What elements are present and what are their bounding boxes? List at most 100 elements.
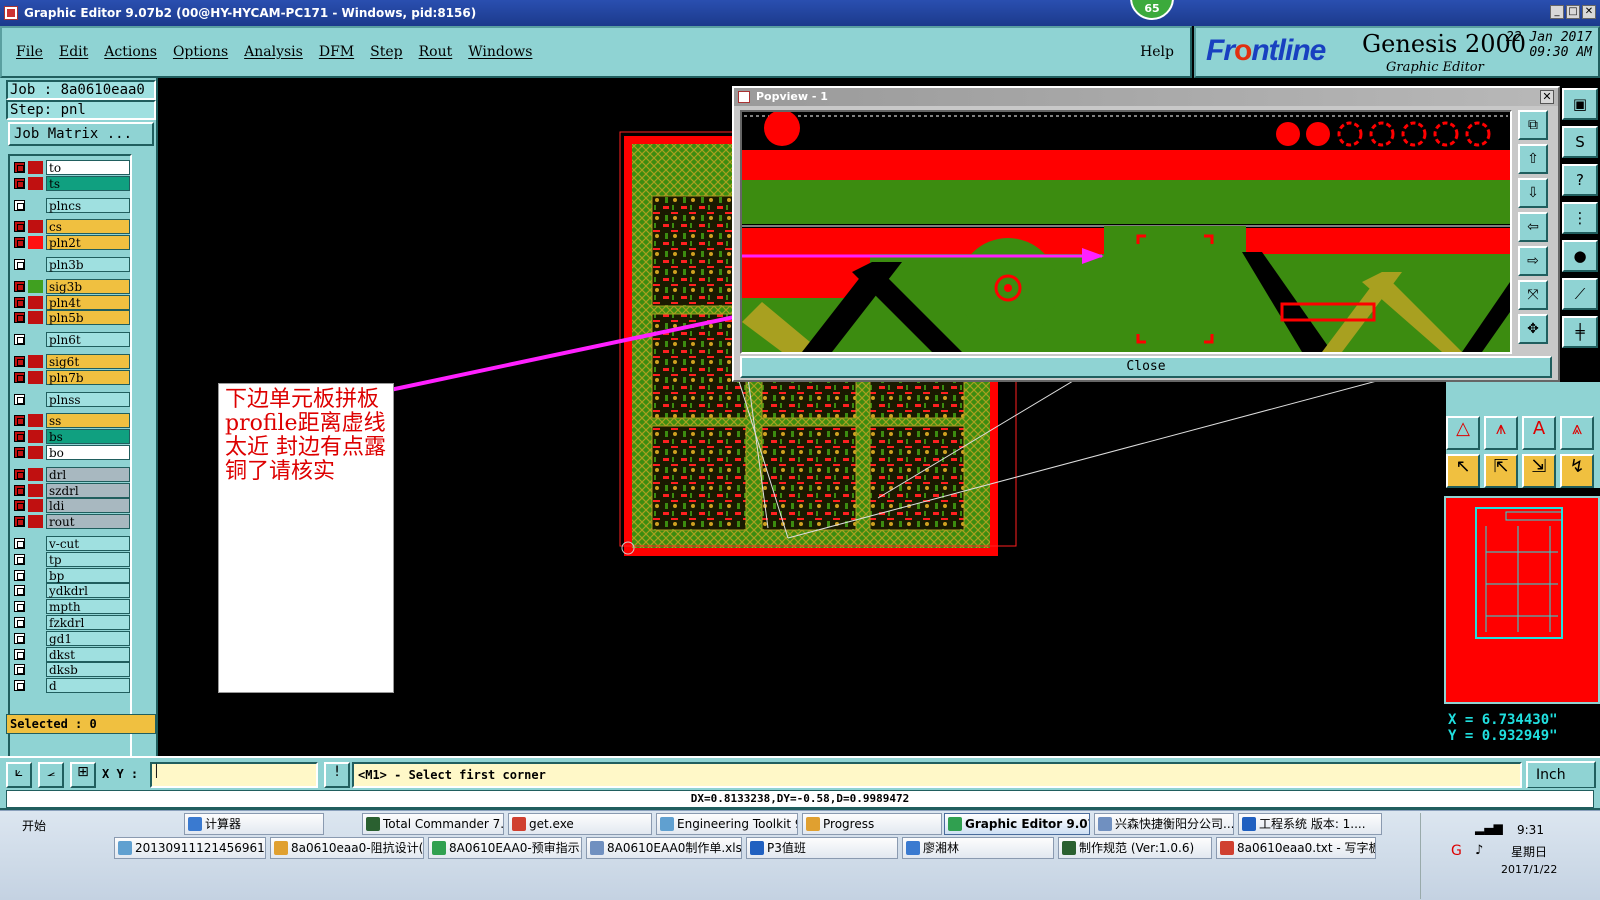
layer-name[interactable]: sig6t [46,354,130,369]
layer-checkbox[interactable] [14,516,25,528]
layer-checkbox[interactable] [14,356,25,367]
taskbar-button[interactable]: Graphic Editor 9.07... [944,813,1090,835]
layer-checkbox[interactable] [14,585,25,597]
layer-name[interactable]: fzkdrl [46,615,130,630]
layer-checkbox[interactable] [14,680,25,692]
select-net-icon[interactable]: ↯ [1560,454,1594,488]
start-button[interactable]: 开始 [2,815,58,837]
volume-icon[interactable]: ♪ [1475,843,1483,858]
layer-checkbox[interactable] [14,617,25,628]
layer-checkbox[interactable] [14,199,25,211]
taskbar-button[interactable]: 8a0610eaa0.txt - 写字板 [1216,837,1376,859]
layer-row[interactable]: sig6t [12,354,130,369]
taskbar-button[interactable]: 廖湘林 [902,837,1054,859]
tool-pad-icon[interactable]: ● [1562,240,1598,272]
layer-row[interactable]: pln3b [12,257,130,272]
taskbar-button[interactable]: 8A0610EAA0-预审指示.... [428,837,582,859]
layer-name[interactable]: tp [46,551,130,567]
layer-color-swatch[interactable] [28,295,43,309]
job-matrix-button[interactable]: Job Matrix ... [8,122,154,146]
popview-close-icon[interactable]: ✕ [1540,90,1554,104]
layer-checkbox[interactable] [14,371,25,383]
layer-color-swatch[interactable] [28,199,43,212]
layer-color-swatch[interactable] [28,393,43,406]
zoom-center-icon[interactable]: ✥ [1518,314,1548,344]
layer-color-swatch[interactable] [28,616,43,629]
menu-rout[interactable]: Rout [419,44,453,60]
zoom-fit-icon[interactable]: ⤧ [1518,280,1548,310]
popview-close-button[interactable]: Close [740,356,1552,378]
layer-row[interactable]: mpth [12,599,130,615]
layer-row[interactable]: bs [12,429,130,445]
layer-name[interactable]: gd1 [46,630,130,646]
menu-dfm[interactable]: DFM [319,44,354,60]
tool-snap-icon[interactable]: S [1562,126,1598,158]
layer-color-swatch[interactable] [28,600,43,613]
layer-color-swatch[interactable] [28,499,43,513]
tool-fanout-icon[interactable]: ╪ [1562,316,1598,348]
layer-checkbox[interactable] [14,280,25,292]
menu-options[interactable]: Options [173,44,228,60]
help-icon[interactable]: ? [1562,164,1598,196]
layer-color-swatch[interactable] [28,370,43,384]
layer-checkbox[interactable] [14,468,25,480]
layer-color-swatch[interactable] [28,663,43,676]
layer-checkbox[interactable] [14,312,25,324]
taskbar-button[interactable]: Engineering Toolkit 9.... [656,813,798,835]
layer-name[interactable]: bs [46,429,130,445]
layer-color-swatch[interactable] [28,355,43,368]
maximize-button[interactable]: □ [1566,5,1580,19]
layer-name[interactable]: rout [46,514,130,530]
taskbar-button[interactable]: P3值班 [746,837,898,859]
layer-row[interactable]: ss [12,413,130,429]
taskbar-button[interactable]: 计算器 [184,813,324,835]
layer-checkbox[interactable] [14,484,25,496]
layer-checkbox[interactable] [14,632,25,644]
layer-checkbox[interactable] [14,259,25,270]
tool-window-icon[interactable]: ▣ [1562,88,1598,120]
snap-mode-icon[interactable]: ⟀ [6,762,32,788]
add-feature-icon[interactable]: △ [1446,416,1480,450]
layer-name[interactable]: v-cut [46,536,130,551]
layer-checkbox[interactable] [14,177,25,189]
menu-edit[interactable]: Edit [59,44,88,60]
layer-name[interactable]: bp [46,567,130,583]
layer-checkbox[interactable] [14,415,25,427]
layer-name[interactable]: to [46,160,130,175]
layer-checkbox[interactable] [14,162,25,173]
layer-checkbox[interactable] [14,334,25,346]
layer-color-swatch[interactable] [28,446,43,459]
taskbar-button[interactable]: 20130911121456961.rtf... [114,837,266,859]
layer-name[interactable]: plnss [46,391,130,407]
pan-right-icon[interactable]: ⇨ [1518,246,1548,276]
menu-step[interactable]: Step [370,44,402,60]
add-arc-icon[interactable]: A [1522,416,1556,450]
popview-canvas[interactable] [740,110,1512,354]
layer-name[interactable]: pln2t [46,235,130,251]
layer-color-swatch[interactable] [28,467,43,481]
taskbar-button[interactable]: 制作规范 (Ver:1.0.6) [1058,837,1212,859]
menu-windows[interactable]: Windows [468,44,532,60]
menu-actions[interactable]: Actions [104,44,157,60]
layer-row[interactable]: plncs [12,197,130,213]
layer-checkbox[interactable] [14,500,25,512]
layer-name[interactable]: pln7b [46,369,130,385]
pan-left-icon[interactable]: ⇦ [1518,212,1548,242]
layer-checkbox[interactable] [14,553,25,565]
layer-name[interactable]: pln5b [46,310,130,326]
menu-analysis[interactable]: Analysis [244,44,303,60]
layer-row[interactable]: pln6t [12,332,130,348]
layer-color-swatch[interactable] [28,414,43,428]
layer-checkbox[interactable] [14,431,25,443]
layer-row[interactable]: plnss [12,391,130,407]
layer-row[interactable]: bo [12,445,130,460]
layer-row[interactable]: szdrl [12,482,130,498]
xy-input[interactable]: ▏ [150,762,318,788]
layer-checkbox[interactable] [14,393,25,405]
taskbar-button[interactable]: Total Commander 7.0 ... [362,813,504,835]
menu-file[interactable]: File [16,44,43,60]
layer-row[interactable]: sig3b [12,278,130,294]
layer-name[interactable]: pln6t [46,332,130,348]
layer-row[interactable]: dksb [12,662,130,678]
layer-color-swatch[interactable] [28,176,43,190]
